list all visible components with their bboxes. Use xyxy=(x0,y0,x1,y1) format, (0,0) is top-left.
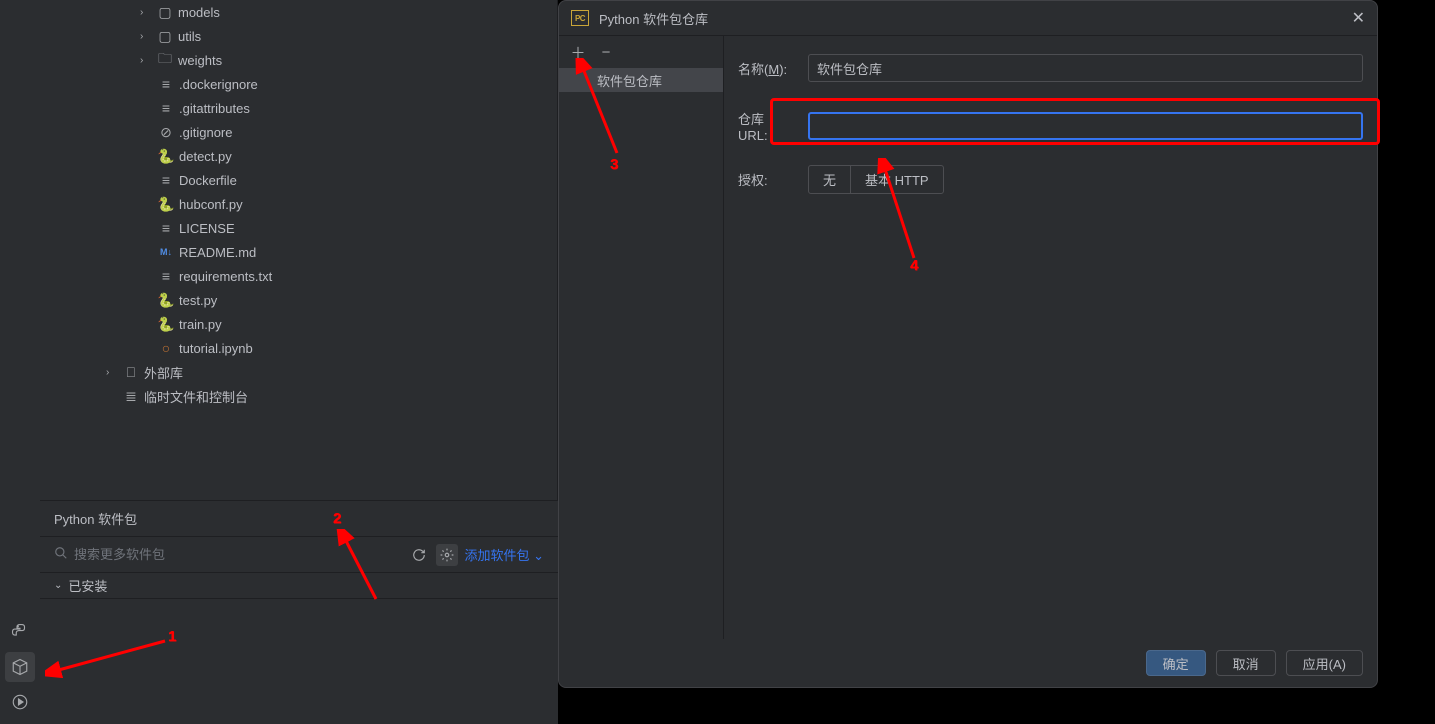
tree-label: requirements.txt xyxy=(179,269,272,284)
tree-file-detect[interactable]: 🐍detect.py xyxy=(40,144,557,168)
tree-label: weights xyxy=(178,53,222,68)
tree-external-libs[interactable]: ›⎕外部库 xyxy=(40,360,557,384)
tree-label: README.md xyxy=(179,245,256,260)
tree-file-license[interactable]: ≡LICENSE xyxy=(40,216,557,240)
tree-label: 临时文件和控制台 xyxy=(144,387,248,406)
left-toolbar xyxy=(0,0,40,724)
apply-button[interactable]: 应用(A) xyxy=(1286,650,1363,676)
tree-file-tutorial[interactable]: ○tutorial.ipynb xyxy=(40,336,557,360)
chevron-down-icon: ⌄ xyxy=(533,548,544,563)
tree-label: .gitignore xyxy=(179,125,232,140)
installed-label: 已安装 xyxy=(68,576,107,595)
tree-label: .gitattributes xyxy=(179,101,250,116)
python-icon[interactable] xyxy=(5,617,35,647)
packages-panel: Python 软件包 添加软件包 ⌄ ⌄ 已安装 xyxy=(40,500,558,724)
tree-label: Dockerfile xyxy=(179,173,237,188)
installed-section[interactable]: ⌄ 已安装 xyxy=(40,573,558,599)
close-icon[interactable]: ✕ xyxy=(1352,8,1365,28)
tree-file-train[interactable]: 🐍train.py xyxy=(40,312,557,336)
tree-file-gitattributes[interactable]: ≡.gitattributes xyxy=(40,96,557,120)
tree-file-gitignore[interactable]: ⊘.gitignore xyxy=(40,120,557,144)
add-packages-link[interactable]: 添加软件包 ⌄ xyxy=(464,545,544,564)
gear-icon[interactable] xyxy=(436,544,458,566)
name-input[interactable] xyxy=(808,54,1363,82)
arrow-1 xyxy=(45,631,175,681)
tree-folder-weights[interactable]: ›🗀weights xyxy=(40,48,557,72)
search-icon xyxy=(54,546,68,563)
tree-label: test.py xyxy=(179,293,217,308)
dialog-title: Python 软件包仓库 xyxy=(599,9,708,28)
chevron-down-icon: ⌄ xyxy=(54,580,62,591)
ok-button[interactable]: 确定 xyxy=(1146,650,1206,676)
tree-file-readme[interactable]: M↓README.md xyxy=(40,240,557,264)
auth-none-button[interactable]: 无 xyxy=(809,166,851,193)
arrow-4 xyxy=(876,158,926,268)
arrow-3 xyxy=(572,58,632,158)
tree-file-test[interactable]: 🐍test.py xyxy=(40,288,557,312)
tree-label: hubconf.py xyxy=(179,197,243,212)
panel-title: Python 软件包 xyxy=(54,509,137,528)
dialog-footer: 确定 取消 应用(A) xyxy=(559,639,1377,687)
project-tree: ›▢models ›▢utils ›🗀weights ≡.dockerignor… xyxy=(40,0,558,500)
tree-label: train.py xyxy=(179,317,222,332)
tree-label: .dockerignore xyxy=(179,77,258,92)
tree-file-dockerfile[interactable]: ≡Dockerfile xyxy=(40,168,557,192)
tree-label: tutorial.ipynb xyxy=(179,341,253,356)
pycharm-logo-icon: PC xyxy=(571,10,589,26)
tree-file-hubconf[interactable]: 🐍hubconf.py xyxy=(40,192,557,216)
arrow-2 xyxy=(336,529,396,609)
tree-folder-models[interactable]: ›▢models xyxy=(40,0,557,24)
tree-label: models xyxy=(178,5,220,20)
name-label: 名称(M): xyxy=(738,59,796,78)
dialog-header: PC Python 软件包仓库 ✕ xyxy=(559,1,1377,36)
panel-header: Python 软件包 xyxy=(40,501,558,537)
tree-label: detect.py xyxy=(179,149,232,164)
packages-icon[interactable] xyxy=(5,652,35,682)
tree-file-requirements[interactable]: ≡requirements.txt xyxy=(40,264,557,288)
cancel-button[interactable]: 取消 xyxy=(1216,650,1276,676)
tree-folder-utils[interactable]: ›▢utils xyxy=(40,24,557,48)
refresh-icon[interactable] xyxy=(408,544,430,566)
tree-file-dockerignore[interactable]: ≡.dockerignore xyxy=(40,72,557,96)
tree-scratches[interactable]: ›≣临时文件和控制台 xyxy=(40,384,557,408)
tree-label: LICENSE xyxy=(179,221,235,236)
search-row: 添加软件包 ⌄ xyxy=(40,537,558,573)
annotation-box-url xyxy=(770,98,1380,145)
auth-label: 授权: xyxy=(738,170,796,189)
run-icon[interactable] xyxy=(5,687,35,717)
tree-label: utils xyxy=(178,29,201,44)
annotation-2: 2 xyxy=(333,510,341,527)
annotation-3: 3 xyxy=(610,156,618,173)
tree-label: 外部库 xyxy=(144,363,183,382)
